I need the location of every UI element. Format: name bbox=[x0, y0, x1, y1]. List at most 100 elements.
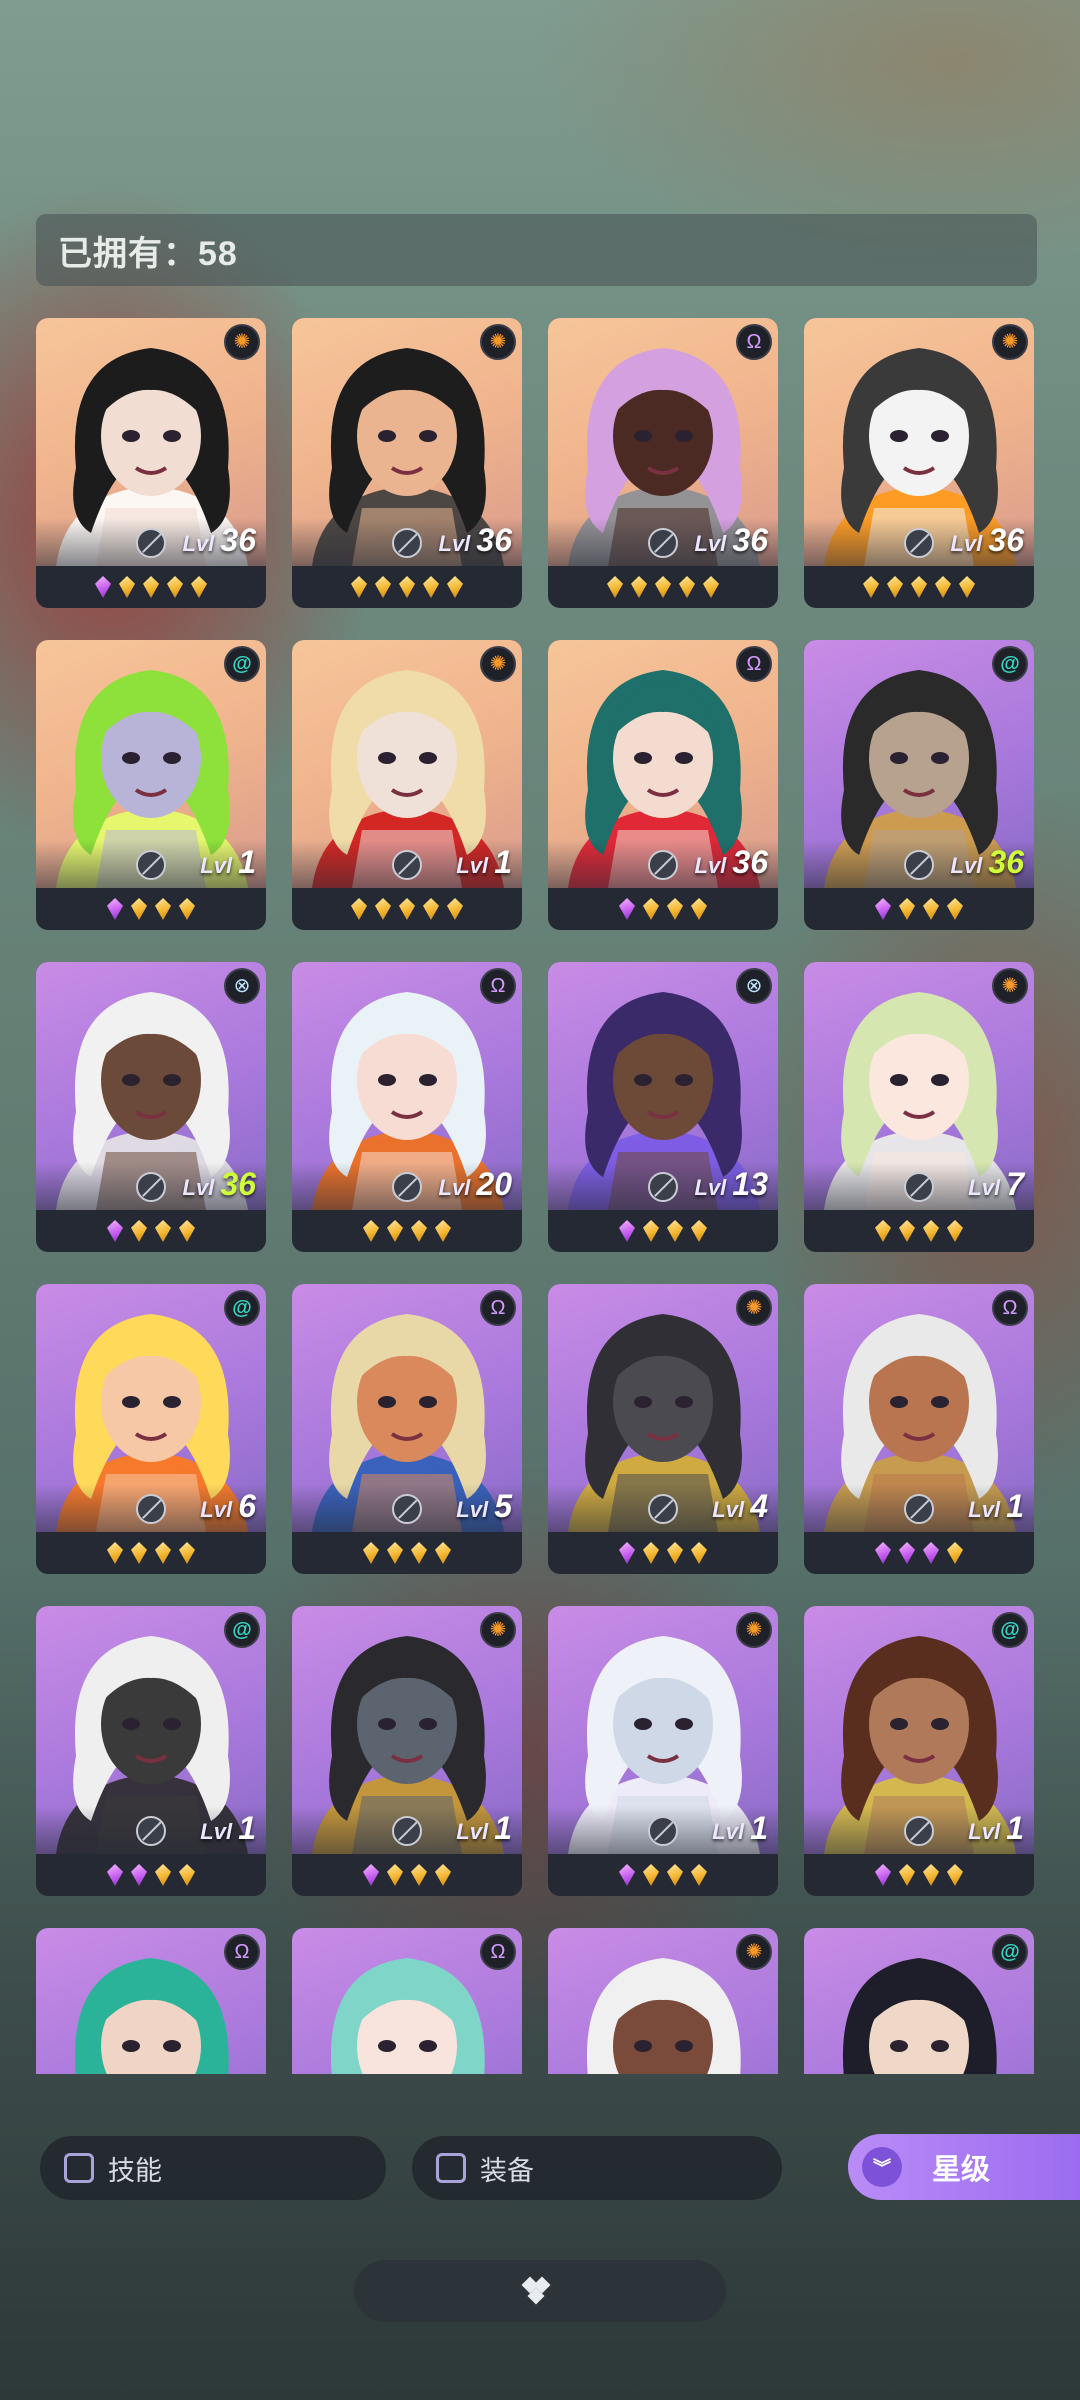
gold-star-gem-icon bbox=[411, 1542, 427, 1564]
gold-star-gem-icon bbox=[667, 1542, 683, 1564]
omega-element-icon: Ω bbox=[224, 1934, 260, 1970]
hero-level: Lvl 13 bbox=[695, 1166, 769, 1203]
star-rating bbox=[548, 1534, 778, 1572]
gold-star-gem-icon bbox=[155, 1542, 171, 1564]
hero-card[interactable]: ✺ Lvl 1 bbox=[292, 640, 522, 930]
hero-card[interactable]: @ Lvl 1 bbox=[36, 640, 266, 930]
hero-card[interactable]: ⊗ Lvl 36 bbox=[36, 962, 266, 1252]
star-sort-button[interactable]: ︾ 星级 bbox=[848, 2134, 1080, 2200]
cross-element-icon: ⊗ bbox=[736, 968, 772, 1004]
sun-element-icon: ✺ bbox=[736, 1290, 772, 1326]
hero-level: Lvl 5 bbox=[456, 1488, 512, 1525]
gold-star-gem-icon bbox=[423, 576, 439, 598]
gold-star-gem-icon bbox=[435, 1864, 451, 1886]
gold-star-gem-icon bbox=[363, 1220, 379, 1242]
hero-grid[interactable]: ✺ Lvl 36 ✺ Lvl 36 Ω Lvl 36 ✺ Lvl 36 @ Lvl 1 ✺ Lvl 1… bbox=[36, 318, 1037, 2074]
hero-card[interactable]: ✺ Lvl 4 bbox=[548, 1284, 778, 1574]
hero-level: Lvl 1 bbox=[456, 1810, 512, 1847]
level-number: 36 bbox=[476, 522, 512, 558]
hero-card[interactable]: @ Lvl 1 bbox=[36, 1606, 266, 1896]
gold-star-gem-icon bbox=[691, 898, 707, 920]
skill-checkbox[interactable] bbox=[64, 2153, 94, 2183]
hero-level: Lvl 36 bbox=[951, 844, 1025, 881]
gold-star-gem-icon bbox=[155, 1864, 171, 1886]
star-rating bbox=[548, 1856, 778, 1894]
hero-level: Lvl 7 bbox=[968, 1166, 1024, 1203]
level-prefix: Lvl bbox=[712, 1497, 751, 1522]
purple-star-gem-icon bbox=[107, 1220, 123, 1242]
hero-card[interactable]: @ Lvl 6 bbox=[36, 1284, 266, 1574]
level-number: 1 bbox=[238, 844, 256, 880]
equip-filter-toggle[interactable]: 装备 bbox=[412, 2136, 782, 2200]
level-prefix: Lvl bbox=[712, 1819, 751, 1844]
hero-card[interactable]: Ω Lvl 5 bbox=[292, 1284, 522, 1574]
purple-star-gem-icon bbox=[95, 576, 111, 598]
star-rating bbox=[804, 568, 1034, 606]
sun-element-icon: ✺ bbox=[736, 1612, 772, 1648]
gold-star-gem-icon bbox=[899, 1864, 915, 1886]
hero-card[interactable]: @ Lvl 36 bbox=[804, 640, 1034, 930]
sun-element-icon: ✺ bbox=[224, 324, 260, 360]
star-rating bbox=[548, 568, 778, 606]
hero-card[interactable]: ✺ Lvl 7 bbox=[804, 962, 1034, 1252]
gold-star-gem-icon bbox=[667, 1220, 683, 1242]
gold-star-gem-icon bbox=[155, 898, 171, 920]
hero-level: Lvl 36 bbox=[695, 522, 769, 559]
gold-star-gem-icon bbox=[131, 898, 147, 920]
hero-card[interactable]: @ Lvl 1 bbox=[804, 1606, 1034, 1896]
hero-card[interactable]: ⊗ Lvl 13 bbox=[548, 962, 778, 1252]
hero-card[interactable]: ✺ Lvl 1 bbox=[548, 1606, 778, 1896]
gold-star-gem-icon bbox=[655, 576, 671, 598]
hero-card[interactable]: Ω Lvl 36 bbox=[548, 640, 778, 930]
gold-star-gem-icon bbox=[375, 898, 391, 920]
hero-card[interactable]: ✺ Lvl 36 bbox=[36, 318, 266, 608]
hero-level: Lvl 1 bbox=[968, 1810, 1024, 1847]
hero-card[interactable]: ✺ Lvl 1 bbox=[292, 1606, 522, 1896]
level-prefix: Lvl bbox=[200, 1497, 239, 1522]
level-number: 36 bbox=[220, 522, 256, 558]
hero-card[interactable]: Ω Lvl 36 bbox=[548, 318, 778, 608]
level-number: 13 bbox=[732, 1166, 768, 1202]
skill-filter-toggle[interactable]: 技能 bbox=[40, 2136, 386, 2200]
hero-level: Lvl 20 bbox=[439, 1166, 513, 1203]
gold-star-gem-icon bbox=[863, 576, 879, 598]
gold-star-gem-icon bbox=[643, 1220, 659, 1242]
hero-card[interactable]: ✺ bbox=[548, 1928, 778, 2074]
hero-class-icon bbox=[136, 1494, 166, 1524]
level-prefix: Lvl bbox=[182, 1175, 221, 1200]
equip-checkbox[interactable] bbox=[436, 2153, 466, 2183]
hero-card[interactable]: Ω Lvl 1 bbox=[804, 1284, 1034, 1574]
hero-card[interactable]: Ω bbox=[36, 1928, 266, 2074]
gold-star-gem-icon bbox=[179, 898, 195, 920]
gold-star-gem-icon bbox=[423, 898, 439, 920]
level-number: 6 bbox=[238, 1488, 256, 1524]
sun-element-icon: ✺ bbox=[992, 324, 1028, 360]
gold-star-gem-icon bbox=[435, 1220, 451, 1242]
hero-class-icon bbox=[904, 528, 934, 558]
level-prefix: Lvl bbox=[456, 1819, 495, 1844]
hero-level: Lvl 6 bbox=[200, 1488, 256, 1525]
gold-star-gem-icon bbox=[643, 1864, 659, 1886]
cross-element-icon: ⊗ bbox=[224, 968, 260, 1004]
star-rating bbox=[36, 1534, 266, 1572]
gold-star-gem-icon bbox=[959, 576, 975, 598]
expand-button[interactable] bbox=[354, 2260, 726, 2322]
hero-card[interactable]: @ bbox=[804, 1928, 1034, 2074]
gold-star-gem-icon bbox=[179, 1220, 195, 1242]
hero-class-icon bbox=[904, 1494, 934, 1524]
hero-card[interactable]: ✺ Lvl 36 bbox=[804, 318, 1034, 608]
level-number: 1 bbox=[238, 1810, 256, 1846]
hero-level: Lvl 1 bbox=[712, 1810, 768, 1847]
level-number: 1 bbox=[494, 1810, 512, 1846]
gold-star-gem-icon bbox=[399, 898, 415, 920]
hero-class-icon bbox=[904, 1816, 934, 1846]
level-number: 36 bbox=[732, 522, 768, 558]
hero-card[interactable]: ✺ Lvl 36 bbox=[292, 318, 522, 608]
purple-star-gem-icon bbox=[899, 1542, 915, 1564]
hero-card[interactable]: Ω bbox=[292, 1928, 522, 2074]
level-prefix: Lvl bbox=[200, 1819, 239, 1844]
gold-star-gem-icon bbox=[679, 576, 695, 598]
hero-card[interactable]: Ω Lvl 20 bbox=[292, 962, 522, 1252]
gold-star-gem-icon bbox=[179, 1864, 195, 1886]
gold-star-gem-icon bbox=[411, 1864, 427, 1886]
